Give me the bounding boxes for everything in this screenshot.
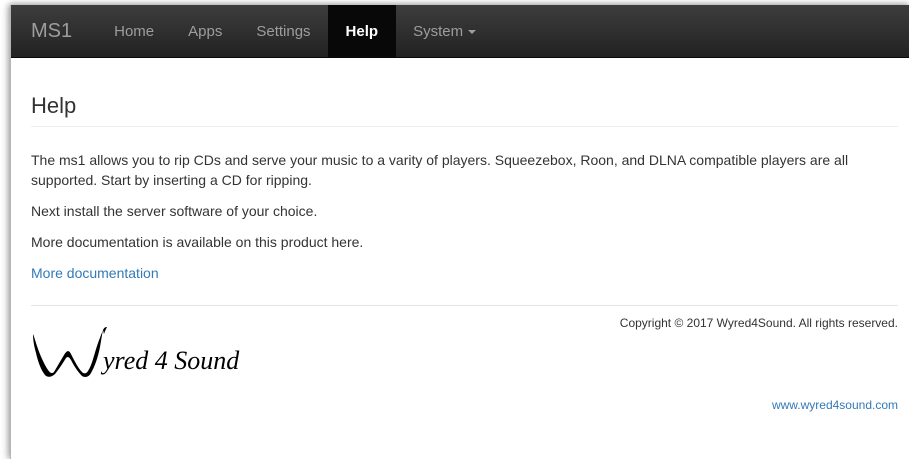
logo-text: yred 4 Sound — [100, 346, 240, 375]
nav-home[interactable]: Home — [97, 5, 171, 58]
nav-help[interactable]: Help — [327, 5, 397, 58]
help-paragraph-docs: More documentation is available on this … — [31, 234, 364, 250]
nav-system-dropdown[interactable]: System — [396, 5, 493, 58]
navbar-brand[interactable]: MS1 — [11, 5, 97, 58]
copyright-text: Copyright © 2017 Wyred4Sound. All rights… — [619, 316, 898, 330]
page-title: Help — [31, 93, 898, 127]
help-paragraph-intro: The ms1 allows you to rip CDs and serve … — [31, 152, 849, 188]
logo-w-mark — [33, 330, 103, 377]
nav-apps[interactable]: Apps — [171, 5, 239, 58]
top-navbar: MS1 Home Apps Settings Help System — [11, 5, 909, 58]
browser-window: MS1 Home Apps Settings Help System Help … — [10, 5, 909, 459]
wyred4sound-logo[interactable]: yred 4 Sound — [31, 322, 291, 380]
help-paragraph-install: Next install the server software of your… — [31, 203, 318, 219]
nav-settings[interactable]: Settings — [239, 5, 327, 58]
wyred4sound-website-link[interactable]: www.wyred4sound.com — [772, 398, 898, 412]
nav-system-label: System — [413, 22, 464, 40]
main-content: Help The ms1 allows you to rip CDs and s… — [11, 93, 909, 426]
more-documentation-link[interactable]: More documentation — [31, 263, 898, 283]
logo-w-tail — [103, 327, 107, 334]
caret-down-icon — [468, 29, 477, 34]
page-footer: yred 4 Sound Copyright © 2017 Wyred4Soun… — [31, 305, 898, 426]
